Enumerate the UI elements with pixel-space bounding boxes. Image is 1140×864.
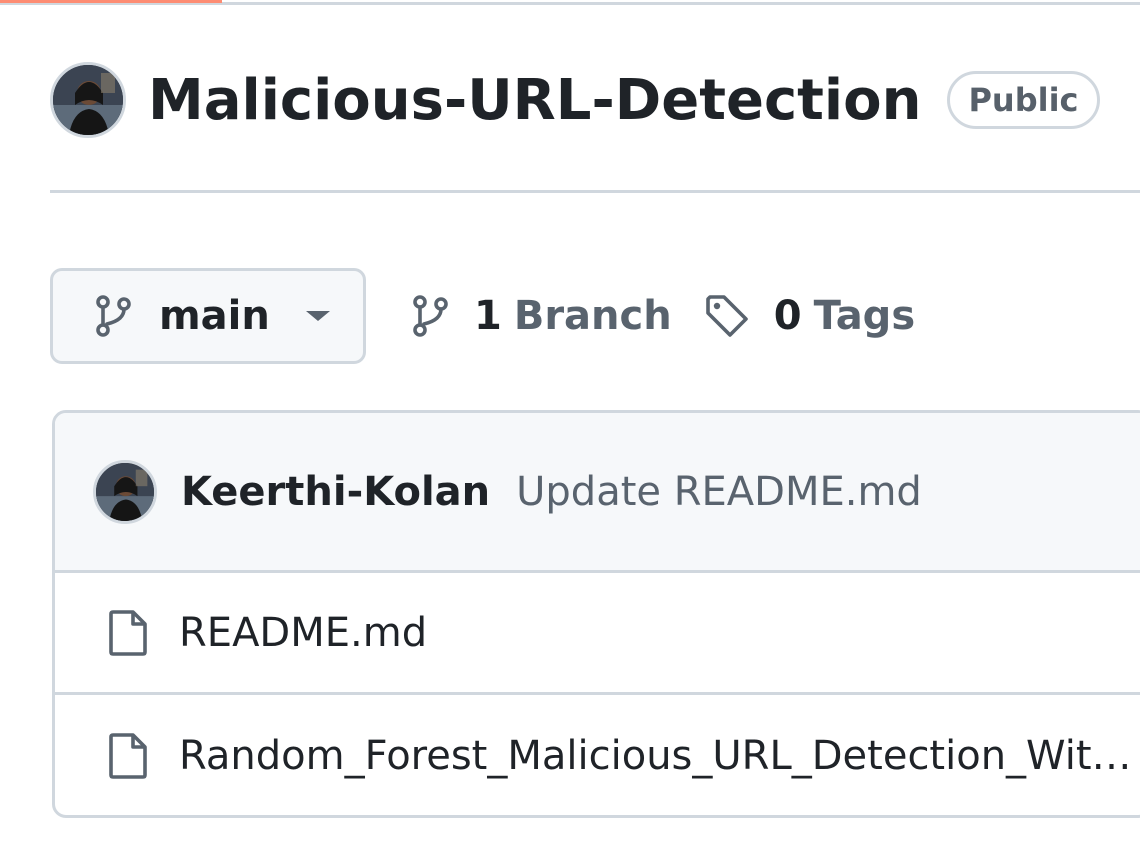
file-name-link[interactable]: README.md [179,610,427,656]
latest-commit-row: Keerthi-Kolan Update README.md [55,413,1140,573]
current-branch-label: main [159,293,270,339]
tag-word: Tags [813,293,916,339]
repo-name[interactable]: Malicious-URL-Detection [148,68,921,133]
header-divider [50,190,1140,193]
visibility-badge: Public [947,71,1100,129]
commit-author-avatar[interactable] [93,459,157,524]
commit-author-link[interactable]: Keerthi-Kolan [181,469,490,515]
branch-count: 1 [474,293,502,339]
file-name-link[interactable]: Random_Forest_Malicious_URL_Detection_Wi… [179,733,1132,779]
active-tab-indicator [0,0,222,3]
owner-avatar[interactable] [50,62,126,138]
git-branch-icon [93,294,133,338]
file-icon [107,731,149,781]
tags-link[interactable]: 0 Tags [704,293,915,339]
commit-message-link[interactable]: Update README.md [516,469,922,515]
git-branch-icon [410,294,450,338]
file-row[interactable]: Random_Forest_Malicious_URL_Detection_Wi… [55,695,1140,815]
branch-select-button[interactable]: main [50,268,366,364]
branch-bar: main 1 Branch 0 Tags [50,268,915,364]
file-row[interactable]: README.md [55,573,1140,695]
chevron-down-icon [305,311,330,321]
file-list: Keerthi-Kolan Update README.md README.md… [52,410,1140,818]
tag-icon [704,293,750,339]
file-icon [107,608,149,658]
tag-count: 0 [773,293,802,339]
branches-link[interactable]: 1 Branch [410,293,672,339]
branch-word: Branch [513,293,672,339]
repo-header: Malicious-URL-Detection Public [50,60,1100,140]
